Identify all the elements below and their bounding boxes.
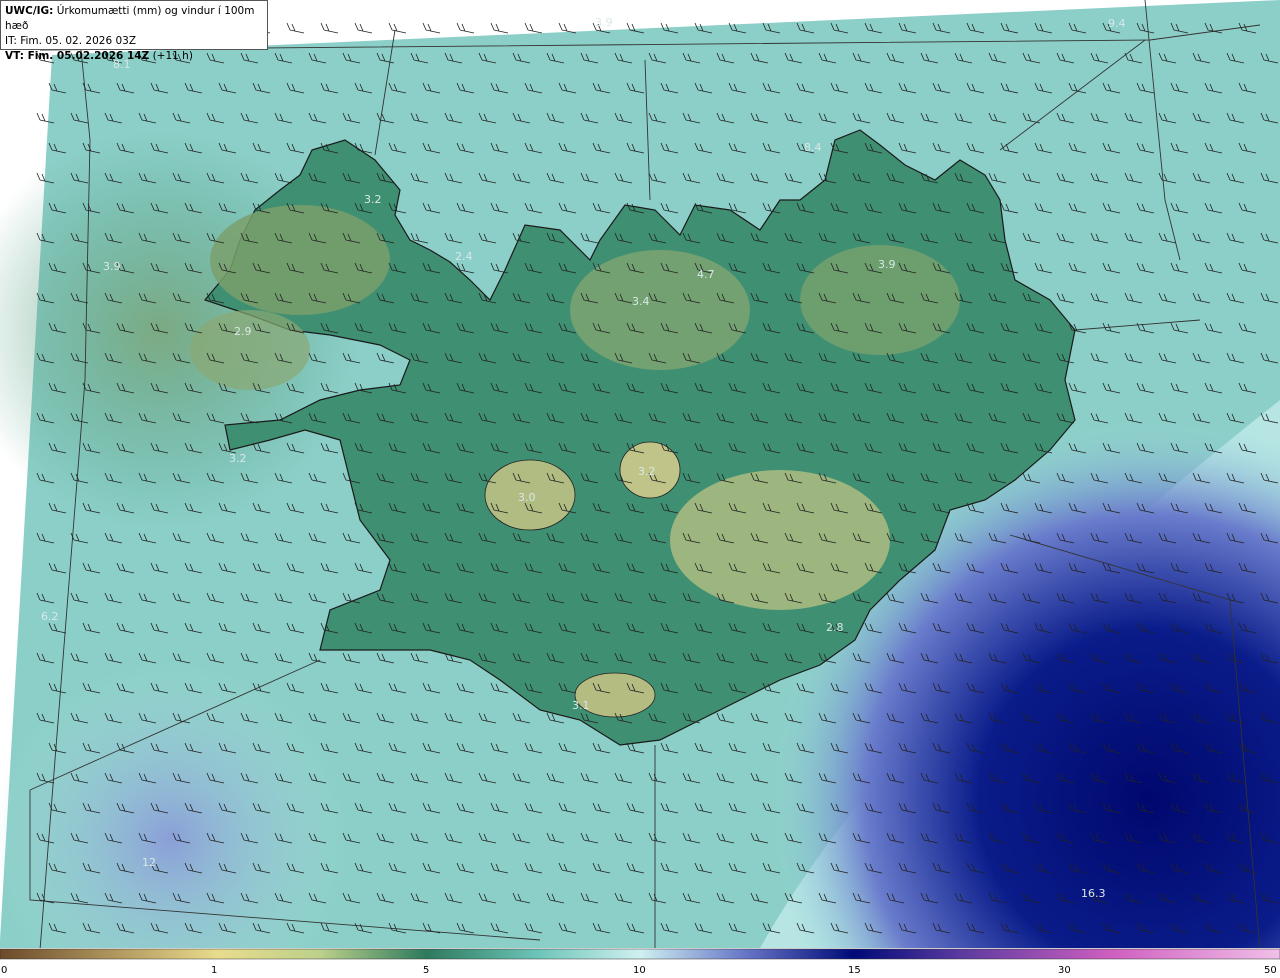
map-header: UWC/IG: Úrkomumætti (mm) og vindur í 100… [0, 0, 268, 62]
forecast-offset: (+11 h) [152, 50, 193, 62]
map-value: 3.1 [572, 699, 590, 712]
colorbar-tick: 15 [848, 965, 861, 976]
colorbar-tick: 10 [633, 965, 646, 976]
map-value: 3.4 [632, 295, 650, 308]
map-value: 16.3 [1081, 887, 1106, 900]
valid-time-line: VT: Fim. 05.02.2026 14Z (+11 h) [5, 49, 263, 64]
map-value: 3.9 [878, 258, 896, 271]
colorbar-tick: 30 [1058, 965, 1071, 976]
colorbar-tick: 5 [423, 965, 429, 976]
map-value: 3.2 [364, 193, 382, 206]
map-value: 3.0 [518, 491, 536, 504]
map-value: 12 [142, 856, 156, 869]
map-value: 8.4 [804, 141, 822, 154]
title-line: UWC/IG: Úrkomumætti (mm) og vindur í 100… [5, 4, 263, 34]
map-value: 2.4 [455, 250, 473, 263]
precipitation-map: 8.1 3.9 9.4 3.2 3.9 2.4 8.4 3.4 4.7 3.9 … [0, 0, 1280, 948]
map-value: 3.9 [595, 16, 613, 29]
map-value: 3.2 [229, 452, 247, 465]
map-value: 6.2 [41, 610, 59, 623]
colorbar-tick: 0 [1, 965, 7, 976]
valid-time: VT: Fim. 05.02.2026 14Z [5, 50, 150, 62]
map-value: 3.9 [103, 260, 121, 273]
model-label: UWC/IG: [5, 5, 54, 17]
map-value: 2.8 [826, 621, 844, 634]
map-value: 4.7 [697, 268, 715, 281]
colorbar: 0 1 5 10 15 30 50 [0, 948, 1280, 978]
colorbar-tick: 50 [1264, 965, 1277, 976]
map-value: 3.2 [638, 465, 656, 478]
initial-time: IT: Fim. 05. 02. 2026 03Z [5, 35, 137, 47]
colorbar-gradient [0, 948, 1280, 960]
map-value: 9.4 [1108, 17, 1126, 30]
map-value: 2.9 [234, 325, 252, 338]
colorbar-tick: 1 [211, 965, 217, 976]
